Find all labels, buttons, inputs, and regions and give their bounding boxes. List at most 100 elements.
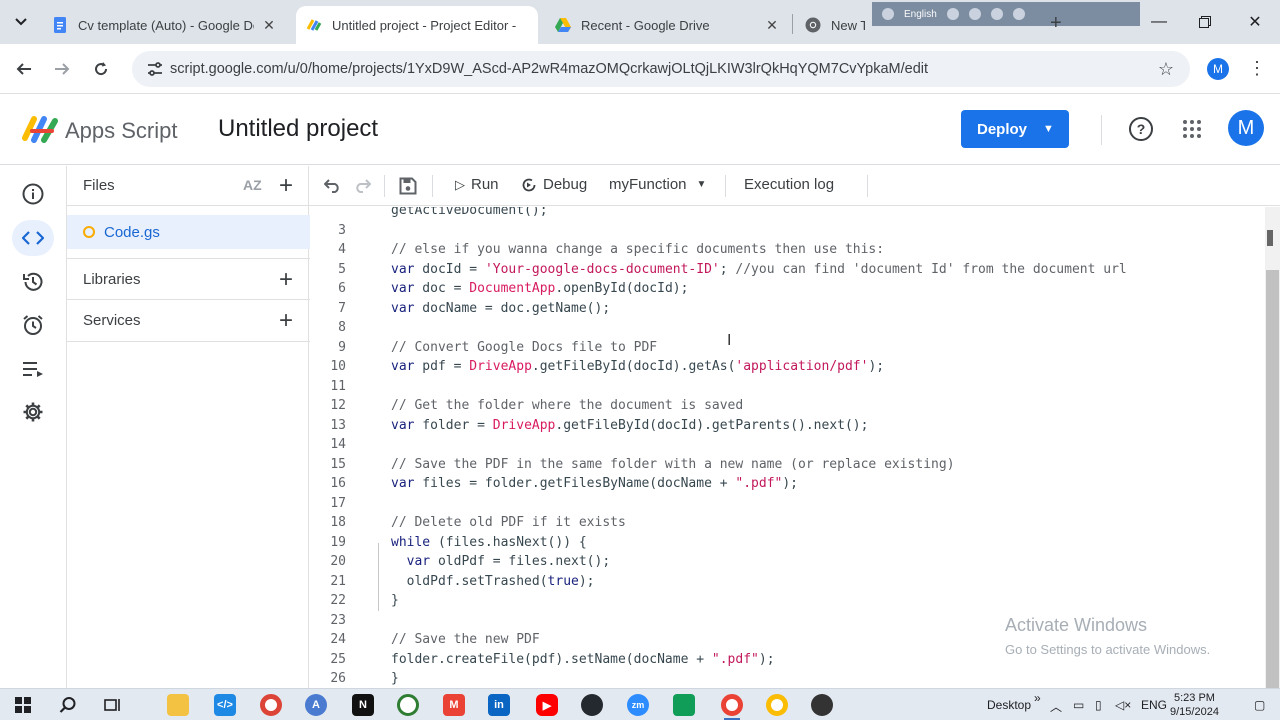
project-settings-button[interactable] <box>12 394 54 430</box>
notion-icon[interactable]: N <box>352 694 374 716</box>
url-field[interactable]: script.google.com/u/0/home/projects/1YxD… <box>132 51 1190 87</box>
redo-button[interactable] <box>350 174 374 198</box>
input-language[interactable]: ENG <box>1141 698 1167 712</box>
chrome-icon <box>805 17 821 33</box>
project-title[interactable]: Untitled project <box>218 115 378 143</box>
help-icon[interactable]: ? <box>1129 117 1153 141</box>
vscode-icon[interactable]: </> <box>214 694 236 716</box>
browser-tab-drive[interactable]: Recent - Google Drive ✕ <box>545 6 791 44</box>
undo-icon <box>324 179 339 193</box>
sheets-icon[interactable] <box>673 694 695 716</box>
url-text: script.google.com/u/0/home/projects/1YxD… <box>170 61 929 77</box>
toolbar-divider <box>867 175 868 197</box>
desktop-toolbar-label[interactable]: Desktop <box>987 698 1031 712</box>
gmail-icon[interactable]: M <box>443 694 465 716</box>
browser-tab-docs[interactable]: Cv template (Auto) - Google Doc ✕ <box>42 6 288 44</box>
google-apps-icon[interactable] <box>1183 120 1201 138</box>
chevron-right-icon[interactable]: » <box>1034 691 1041 705</box>
volume-muted-icon[interactable]: ◁× <box>1115 698 1131 712</box>
line-number: 23 <box>330 612 346 628</box>
back-button[interactable] <box>11 56 37 82</box>
chevron-up-icon[interactable]: ︿ <box>1050 698 1062 715</box>
reload-button[interactable] <box>88 56 114 82</box>
youtube-icon[interactable]: ▶ <box>536 694 558 716</box>
debug-icon <box>522 178 536 191</box>
editor-toolbar: ▷ Run Debug myFunction ▼ Execution log <box>310 166 1280 206</box>
add-service-button[interactable]: + <box>279 309 293 333</box>
new-tab-button[interactable]: + <box>1050 12 1062 35</box>
product-name: Apps Script <box>65 118 178 143</box>
scrollbar-thumb[interactable] <box>1266 270 1279 688</box>
history-icon <box>23 272 43 291</box>
system-clock[interactable]: 5:23 PM 9/15/2024 <box>1170 691 1219 719</box>
file-item-code-gs[interactable]: Code.gs <box>67 215 310 249</box>
task-view-icon[interactable] <box>101 694 123 716</box>
account-avatar[interactable]: M <box>1228 110 1264 146</box>
save-button[interactable] <box>396 174 420 198</box>
editor-button[interactable] <box>12 220 54 256</box>
chrome-profile-icon[interactable] <box>766 694 788 716</box>
address-bar: script.google.com/u/0/home/projects/1YxD… <box>0 44 1280 94</box>
function-select[interactable]: myFunction ▼ <box>609 176 706 193</box>
triggers-button[interactable] <box>12 307 54 343</box>
files-title: Files <box>83 177 115 194</box>
function-select-value: myFunction <box>609 176 687 193</box>
minimize-button[interactable]: — <box>1136 8 1182 36</box>
code-line: 11 <box>310 377 1265 397</box>
linkedin-icon[interactable]: in <box>488 694 510 716</box>
chrome-icon[interactable] <box>260 694 282 716</box>
project-history-button[interactable] <box>12 264 54 300</box>
debug-button[interactable]: Debug <box>521 176 587 193</box>
run-button[interactable]: ▷ Run <box>455 176 499 193</box>
language-bar[interactable]: English <box>872 2 1140 26</box>
browser-tab-apps-script[interactable]: Untitled project - Project Editor - <box>296 6 538 44</box>
notifications-icon[interactable]: ▢ <box>1254 698 1265 712</box>
site-settings-icon[interactable] <box>146 60 164 78</box>
libraries-section: Libraries + <box>67 258 310 300</box>
line-number: 26 <box>330 671 346 687</box>
executions-icon <box>23 362 43 377</box>
sort-files-icon[interactable]: AZ <box>243 177 262 193</box>
browser-profile-avatar[interactable]: M <box>1207 58 1229 80</box>
caret-down-icon: ▼ <box>1043 123 1054 135</box>
chevron-down-icon <box>15 18 27 26</box>
search-icon[interactable] <box>57 694 79 716</box>
browser-menu-icon[interactable]: ⋮ <box>1248 58 1266 79</box>
file-explorer-icon[interactable] <box>167 694 189 716</box>
restore-button[interactable] <box>1182 8 1228 36</box>
zoom-icon[interactable]: zm <box>627 694 649 716</box>
close-tab-icon[interactable]: ✕ <box>763 16 781 34</box>
search-icon <box>882 8 894 20</box>
bookmark-star-icon[interactable]: ☆ <box>1158 59 1174 80</box>
overview-button[interactable] <box>12 176 54 212</box>
services-section: Services + <box>67 300 310 342</box>
chrome-profile-icon[interactable] <box>721 694 743 716</box>
forward-button[interactable] <box>49 56 75 82</box>
arrow-left-icon <box>16 63 31 75</box>
windows-start-icon[interactable] <box>12 694 34 716</box>
line-number: 14 <box>330 437 346 453</box>
line-number: 22 <box>330 593 346 609</box>
add-file-button[interactable]: + <box>279 174 293 198</box>
code-line: 18 // Delete old PDF if it exists <box>310 513 1265 533</box>
obs-icon[interactable] <box>811 694 833 716</box>
code-line: 7 var docName = doc.getName(); <box>310 299 1265 319</box>
code-text: // Convert Google Docs file to PDF <box>391 339 658 355</box>
text-cursor-icon: I <box>727 332 732 349</box>
close-window-button[interactable]: ✕ <box>1232 8 1278 36</box>
app-icon[interactable] <box>397 694 419 716</box>
code-line: 19 while (files.hasNext()) { <box>310 533 1265 553</box>
close-tab-icon[interactable]: ✕ <box>260 16 278 34</box>
alarm-clock-icon <box>23 315 43 335</box>
tab-search-button[interactable] <box>8 10 34 34</box>
deploy-button[interactable]: Deploy ▼ <box>961 110 1069 148</box>
browser-tab-new[interactable]: New Tab <box>795 6 875 44</box>
github-icon[interactable] <box>581 694 603 716</box>
browser-tab-strip: Cv template (Auto) - Google Doc ✕ Untitl… <box>0 0 1280 44</box>
execution-log-button[interactable]: Execution log <box>744 176 834 193</box>
add-library-button[interactable]: + <box>279 268 293 292</box>
executions-button[interactable] <box>12 351 54 387</box>
undo-button[interactable] <box>321 174 345 198</box>
header-divider <box>1101 115 1102 145</box>
app-icon[interactable]: A <box>305 694 327 716</box>
